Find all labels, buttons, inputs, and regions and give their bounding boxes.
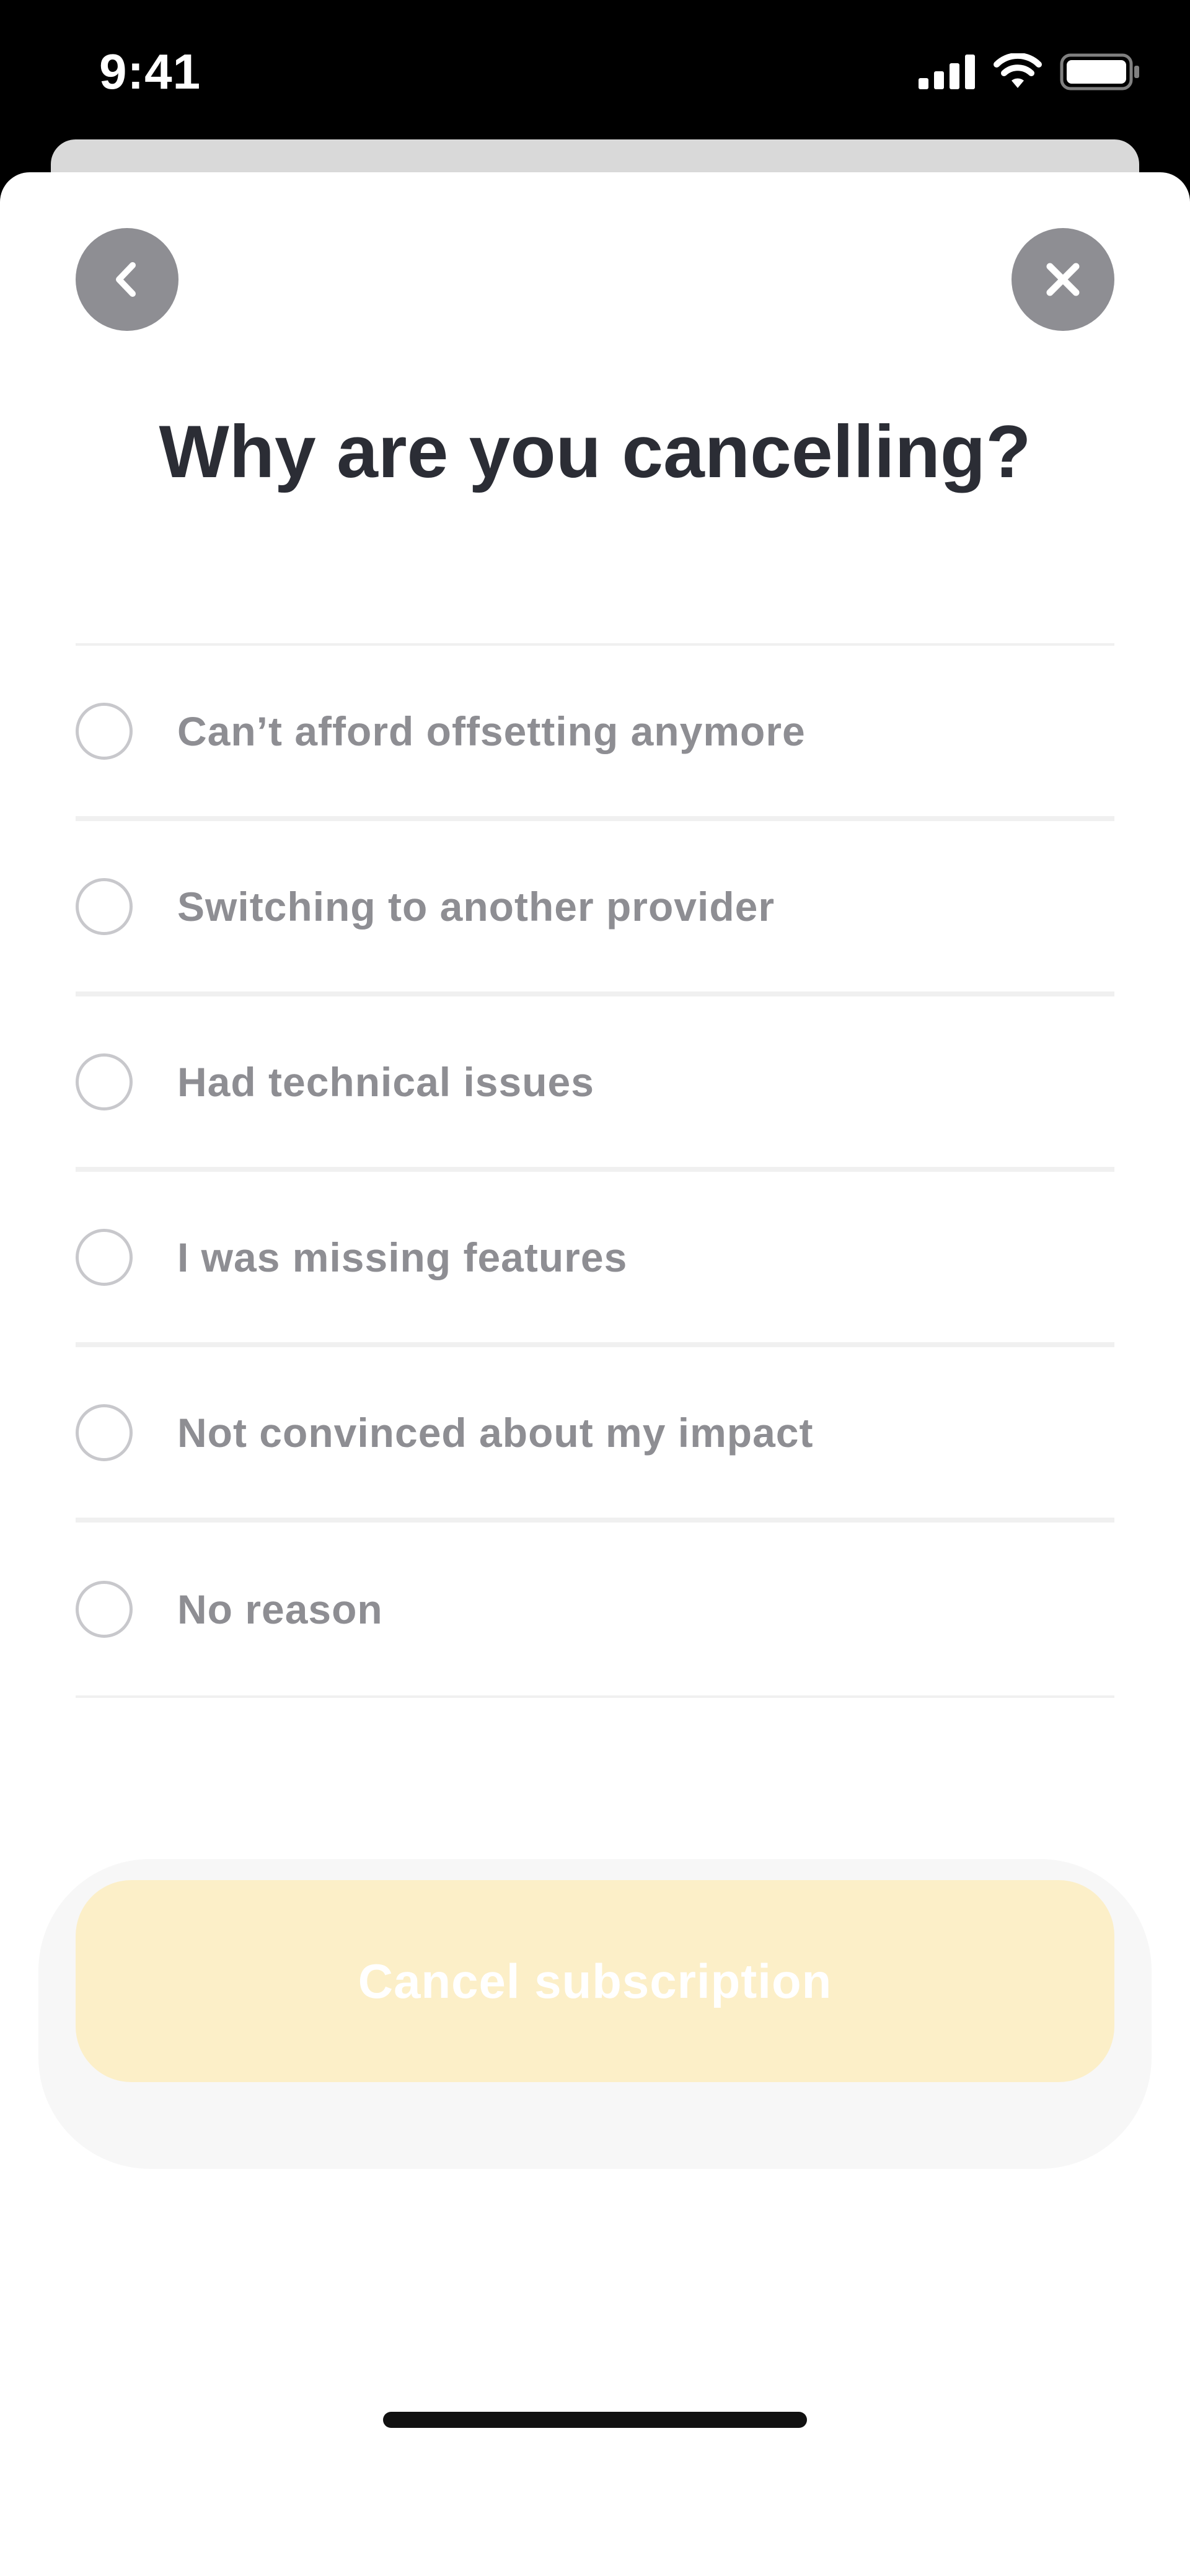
cancel-subscription-button[interactable]: Cancel subscription xyxy=(76,1880,1114,2082)
radio-button[interactable] xyxy=(76,877,133,935)
reason-label: No reason xyxy=(177,1586,383,1632)
cellular-signal-icon xyxy=(919,55,975,89)
home-indicator xyxy=(383,2412,807,2428)
radio-button[interactable] xyxy=(76,702,133,760)
wifi-icon xyxy=(994,53,1042,88)
radio-button[interactable] xyxy=(76,1404,133,1461)
status-icons xyxy=(919,53,1140,90)
chevron-left-icon xyxy=(116,262,136,297)
reason-option[interactable]: I was missing features xyxy=(76,1172,1114,1347)
reason-label: Can’t afford offsetting anymore xyxy=(177,708,806,754)
reason-option[interactable]: Not convinced about my impact xyxy=(76,1347,1114,1523)
status-time: 9:41 xyxy=(99,44,201,99)
reason-option[interactable]: Switching to another provider xyxy=(76,821,1114,996)
reason-option[interactable]: No reason xyxy=(76,1523,1114,1698)
radio-button[interactable] xyxy=(76,1580,133,1638)
cancel-subscription-label: Cancel subscription xyxy=(358,1953,832,2008)
reason-label: I was missing features xyxy=(177,1234,628,1280)
close-icon xyxy=(1046,263,1080,296)
back-button[interactable] xyxy=(76,228,178,331)
radio-button[interactable] xyxy=(76,1228,133,1286)
reason-list: Can’t afford offsetting anymore Switchin… xyxy=(76,643,1114,1698)
radio-button[interactable] xyxy=(76,1053,133,1110)
reason-option[interactable]: Had technical issues xyxy=(76,996,1114,1172)
reason-label: Had technical issues xyxy=(177,1058,594,1105)
reason-option[interactable]: Can’t afford offsetting anymore xyxy=(76,646,1114,821)
status-bar: 9:41 xyxy=(0,0,1190,149)
reason-label: Not convinced about my impact xyxy=(177,1409,814,1456)
battery-icon xyxy=(1060,53,1139,90)
page-title: Why are you cancelling? xyxy=(159,410,1031,493)
close-button[interactable] xyxy=(1011,228,1114,331)
reason-label: Switching to another provider xyxy=(177,883,775,930)
